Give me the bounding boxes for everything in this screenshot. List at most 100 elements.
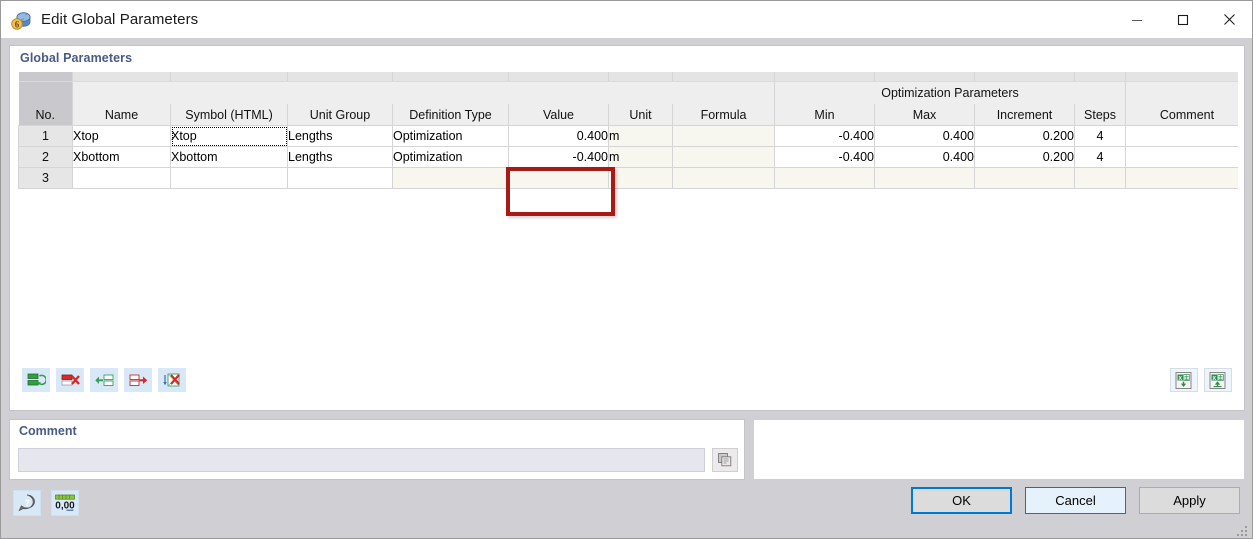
comment-group: Comment: [9, 419, 745, 480]
column-header-definition-type[interactable]: Definition Type: [392, 104, 509, 126]
cell-formula[interactable]: [672, 125, 775, 147]
group-header-blank: [72, 81, 775, 104]
group-header-blank: [1125, 81, 1238, 104]
minimize-button[interactable]: [1114, 1, 1160, 38]
cell-unit: m: [608, 146, 673, 168]
cell-unit-group[interactable]: [287, 167, 393, 189]
cell-max[interactable]: [874, 167, 975, 189]
cell-symbol[interactable]: Xbottom: [170, 146, 288, 168]
title-bar: 6 Edit Global Parameters: [1, 1, 1252, 38]
cell-comment[interactable]: [1125, 146, 1238, 168]
table-strip-row: [18, 72, 1238, 82]
cell-name[interactable]: Xtop: [72, 125, 171, 147]
move-right-icon[interactable]: [124, 368, 152, 392]
cell-min[interactable]: -0.400: [774, 146, 875, 168]
cancel-button[interactable]: Cancel: [1025, 487, 1126, 514]
comment-input[interactable]: [18, 448, 705, 472]
table-row[interactable]: 1 Xtop Xtop Lengths Optimization 0.400 m…: [18, 125, 1238, 147]
svg-text:?: ?: [24, 498, 30, 508]
column-header-no[interactable]: No.: [18, 104, 73, 126]
close-button[interactable]: [1206, 1, 1252, 38]
column-header-value[interactable]: Value: [508, 104, 609, 126]
cell-definition-type[interactable]: Optimization: [392, 146, 509, 168]
strip-cell: [392, 72, 509, 82]
column-header-unit[interactable]: Unit: [608, 104, 673, 126]
delete-row-icon[interactable]: [56, 368, 84, 392]
strip-cell: [287, 72, 393, 82]
column-header-max[interactable]: Max: [874, 104, 975, 126]
strip-cell: [874, 72, 975, 82]
resize-grip[interactable]: [1237, 524, 1249, 536]
cell-value[interactable]: 0.400: [508, 125, 609, 147]
cell-name[interactable]: [72, 167, 171, 189]
group-header-optimization-parameters: Optimization Parameters: [774, 81, 1126, 104]
column-header-formula[interactable]: Formula: [672, 104, 775, 126]
parameters-table-container[interactable]: Optimization Parameters No. Name Symbol …: [18, 72, 1238, 362]
cell-symbol[interactable]: Xtop: [170, 125, 288, 147]
cell-value[interactable]: [508, 167, 609, 189]
help-icon[interactable]: ?: [13, 490, 41, 516]
column-header-name[interactable]: Name: [72, 104, 171, 126]
cell-no: 1: [18, 125, 73, 147]
cell-name[interactable]: Xbottom: [72, 146, 171, 168]
global-parameters-group: Global Parameters Optimization Parameter…: [9, 45, 1245, 411]
cell-definition-type[interactable]: [392, 167, 509, 189]
insert-row-icon[interactable]: [22, 368, 50, 392]
cell-symbol[interactable]: [170, 167, 288, 189]
table-row[interactable]: 3: [18, 167, 1238, 189]
table-toolbar-left: [22, 368, 186, 392]
cell-increment[interactable]: 0.200: [974, 125, 1075, 147]
maximize-button[interactable]: [1160, 1, 1206, 38]
ok-button[interactable]: OK: [911, 487, 1012, 514]
strip-cell: [508, 72, 609, 82]
cell-value[interactable]: -0.400: [508, 146, 609, 168]
cell-max[interactable]: 0.400: [874, 146, 975, 168]
comment-title: Comment: [19, 424, 77, 438]
excel-export-icon[interactable]: X: [1204, 368, 1232, 392]
number-format-icon[interactable]: 0,00: [51, 490, 79, 516]
cell-unit-group[interactable]: Lengths: [287, 125, 393, 147]
table-row[interactable]: 2 Xbottom Xbottom Lengths Optimization -…: [18, 146, 1238, 168]
group-title: Global Parameters: [20, 51, 133, 65]
window-controls: [1114, 1, 1252, 38]
cell-comment[interactable]: [1125, 167, 1238, 189]
cell-steps[interactable]: 4: [1074, 146, 1126, 168]
svg-text:X: X: [1178, 375, 1182, 381]
cell-increment[interactable]: 0.200: [974, 146, 1075, 168]
svg-text:X: X: [1212, 375, 1216, 381]
cell-unit-group[interactable]: Lengths: [287, 146, 393, 168]
column-header-min[interactable]: Min: [774, 104, 875, 126]
copy-icon[interactable]: [712, 448, 738, 472]
column-header-steps[interactable]: Steps: [1074, 104, 1126, 126]
cell-no: 2: [18, 146, 73, 168]
apply-button[interactable]: Apply: [1139, 487, 1240, 514]
cell-steps[interactable]: 4: [1074, 125, 1126, 147]
dialog-body: Global Parameters Optimization Parameter…: [1, 38, 1252, 538]
column-header-comment[interactable]: Comment: [1125, 104, 1238, 126]
cell-min[interactable]: -0.400: [774, 125, 875, 147]
cell-formula[interactable]: [672, 146, 775, 168]
cell-increment[interactable]: [974, 167, 1075, 189]
strip-cell: [672, 72, 775, 82]
cell-comment[interactable]: [1125, 125, 1238, 147]
column-header-increment[interactable]: Increment: [974, 104, 1075, 126]
cell-max[interactable]: 0.400: [874, 125, 975, 147]
cell-steps[interactable]: [1074, 167, 1126, 189]
move-left-icon[interactable]: [90, 368, 118, 392]
column-header-symbol[interactable]: Symbol (HTML): [170, 104, 288, 126]
strip-cell: [1125, 72, 1238, 82]
column-header-unit-group[interactable]: Unit Group: [287, 104, 393, 126]
right-preview-panel: [753, 419, 1245, 480]
cell-min[interactable]: [774, 167, 875, 189]
svg-text:6: 6: [15, 19, 20, 29]
table-toolbar-right: X X: [1170, 368, 1232, 392]
clear-table-icon[interactable]: [158, 368, 186, 392]
comment-input-row: [18, 448, 738, 472]
excel-import-icon[interactable]: X: [1170, 368, 1198, 392]
dialog-button-group: OK Cancel Apply: [911, 487, 1240, 514]
group-header-blank: [18, 81, 73, 104]
cell-formula[interactable]: [672, 167, 775, 189]
strip-cell: [170, 72, 288, 82]
global-parameters-icon: 6: [10, 9, 32, 31]
cell-definition-type[interactable]: Optimization: [392, 125, 509, 147]
